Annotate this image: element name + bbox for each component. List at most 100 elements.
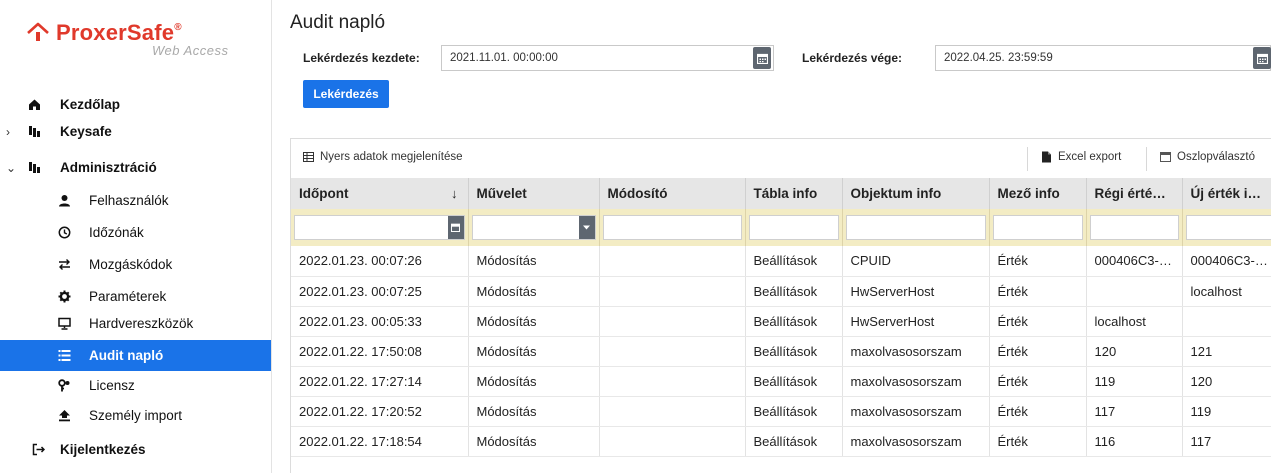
- table-row[interactable]: 2022.01.23. 00:07:26 Módosítás Beállítások…: [291, 246, 1271, 277]
- page-title: Audit napló: [290, 12, 386, 33]
- sidebar-item-label: Hardvereszközök: [89, 316, 194, 331]
- cell-mezo-info: Érték: [989, 396, 1087, 427]
- home-icon: [26, 97, 42, 113]
- brand-subtitle: Web Access: [152, 43, 229, 58]
- sidebar-item-idozonak[interactable]: Időzónák: [0, 219, 271, 246]
- key-icon: [56, 378, 72, 394]
- cell-regi-ertek: localhost: [1086, 306, 1183, 337]
- sidebar-item-felhasznalok[interactable]: Felhasználók: [0, 187, 271, 214]
- cell-modosito: [599, 396, 746, 427]
- filter-idopont-input[interactable]: [294, 215, 465, 240]
- sidebar-item-licensz[interactable]: Licensz: [0, 372, 271, 399]
- cell-objektum-info: maxolvasosorszam: [842, 396, 990, 427]
- sidebar-item-label: Időzónák: [89, 225, 144, 240]
- filter-uj-ertek-input[interactable]: [1185, 215, 1271, 240]
- filter-dropdown-button[interactable]: [578, 216, 595, 239]
- cell-mezo-info: Érték: [989, 246, 1087, 277]
- sidebar-item-label: Személy import: [89, 408, 183, 423]
- column-chooser-label: Oszlopválasztó: [1177, 151, 1255, 163]
- filter-mezo-info-input[interactable]: [992, 215, 1083, 240]
- excel-export-label: Excel export: [1058, 151, 1122, 163]
- column-header-tabla-info[interactable]: Tábla info: [745, 178, 843, 209]
- cell-muvelet: Módosítás: [468, 366, 600, 397]
- chevron-down-icon: [583, 225, 590, 230]
- cell-tabla-info: Beállítások: [745, 366, 843, 397]
- column-header-muvelet[interactable]: Művelet: [468, 178, 600, 209]
- sidebar-item-label: Paraméterek: [89, 289, 167, 304]
- table-row[interactable]: 2022.01.23. 00:05:33 Módosítás Beállítások…: [291, 306, 1271, 337]
- column-chooser-button[interactable]: Oszlopválasztó: [1160, 151, 1255, 163]
- query-button[interactable]: Lekérdezés: [303, 80, 389, 108]
- cell-regi-ertek: 116: [1086, 426, 1183, 457]
- table-icon: [303, 152, 314, 162]
- column-header-mezo-info[interactable]: Mező info: [989, 178, 1087, 209]
- end-date-input[interactable]: [935, 45, 1271, 71]
- import-icon: [56, 408, 72, 424]
- sidebar-item-mozgaskodok[interactable]: Mozgáskódok: [0, 251, 271, 278]
- sidebar-item-label: Mozgáskódok: [89, 257, 173, 272]
- cell-objektum-info: HwServerHost: [842, 276, 990, 307]
- column-header-idopont[interactable]: Időpont ↓: [291, 178, 469, 209]
- calendar-icon: [451, 223, 460, 232]
- raw-data-button[interactable]: Nyers adatok megjelenítése: [303, 151, 463, 163]
- filter-tabla-info-input[interactable]: [748, 215, 839, 240]
- start-date-input[interactable]: [441, 45, 774, 71]
- cell-regi-ertek: 120: [1086, 336, 1183, 367]
- sidebar-item-adminisztracio[interactable]: ⌄ Adminisztráció: [0, 154, 271, 181]
- start-calendar-button[interactable]: [753, 47, 771, 69]
- gear-icon: [56, 289, 72, 305]
- clock-icon: [56, 225, 72, 241]
- file-export-icon: [1042, 151, 1051, 163]
- sidebar-item-keysafe[interactable]: › Keysafe: [0, 118, 271, 145]
- table-row[interactable]: 2022.01.22. 17:20:52 Módosítás Beállítások…: [291, 396, 1271, 427]
- sidebar-item-parameterek[interactable]: Paraméterek: [0, 283, 271, 310]
- cell-objektum-info: maxolvasosorszam: [842, 336, 990, 367]
- raw-data-label: Nyers adatok megjelenítése: [320, 151, 463, 163]
- cell-modosito: [599, 246, 746, 277]
- calendar-icon: [1256, 53, 1268, 64]
- list-icon: [56, 348, 72, 364]
- cell-idopont: 2022.01.22. 17:20:52: [291, 396, 469, 427]
- cell-tabla-info: Beállítások: [745, 276, 843, 307]
- column-header-uj-ertek[interactable]: Új érték i…: [1182, 178, 1271, 209]
- cell-mezo-info: Érték: [989, 306, 1087, 337]
- filter-modosito-input[interactable]: [602, 215, 742, 240]
- filter-objektum-info-input[interactable]: [845, 215, 986, 240]
- filter-muvelet-select[interactable]: [471, 215, 596, 240]
- sidebar-item-label: Licensz: [89, 378, 135, 393]
- sidebar-item-hardvereszkozok[interactable]: Hardvereszközök: [0, 310, 271, 337]
- house-logo-icon: [27, 22, 49, 41]
- column-header-modosito[interactable]: Módosító: [599, 178, 746, 209]
- cell-modosito: [599, 276, 746, 307]
- cell-idopont: 2022.01.23. 00:05:33: [291, 306, 469, 337]
- sidebar-item-kezdolap[interactable]: Kezdőlap: [0, 91, 271, 118]
- sidebar-item-label: Kezdőlap: [60, 97, 121, 112]
- cell-idopont: 2022.01.22. 17:27:14: [291, 366, 469, 397]
- column-header-regi-ertek[interactable]: Régi érté…: [1086, 178, 1183, 209]
- cell-idopont: 2022.01.23. 00:07:25: [291, 276, 469, 307]
- sidebar-item-audit-naplo[interactable]: Audit napló: [0, 340, 271, 371]
- table-row[interactable]: 2022.01.22. 17:18:54 Módosítás Beállítások…: [291, 426, 1271, 457]
- audit-table: Időpont ↓ Művelet Módosító Tábla info Ob…: [291, 178, 1271, 457]
- calendar-icon: [756, 53, 768, 64]
- table-row[interactable]: 2022.01.22. 17:27:14 Módosítás Beállítások…: [291, 366, 1271, 397]
- excel-export-button[interactable]: Excel export: [1041, 151, 1121, 163]
- cell-modosito: [599, 366, 746, 397]
- sidebar-item-label: Adminisztráció: [60, 160, 157, 175]
- sidebar-item-label: Kijelentkezés: [60, 442, 146, 457]
- cell-uj-ertek: 117: [1182, 426, 1271, 457]
- table-row[interactable]: 2022.01.22. 17:50:08 Módosítás Beállítások…: [291, 336, 1271, 367]
- end-calendar-button[interactable]: [1253, 47, 1271, 69]
- filter-regi-ertek-input[interactable]: [1089, 215, 1179, 240]
- brand-logo[interactable]: ProxerSafe® Web Access: [26, 20, 246, 72]
- cell-objektum-info: HwServerHost: [842, 306, 990, 337]
- filter-calendar-button[interactable]: [447, 216, 464, 239]
- cell-objektum-info: maxolvasosorszam: [842, 426, 990, 457]
- sidebar-item-kijelentkezes[interactable]: Kijelentkezés: [0, 436, 271, 463]
- cell-mezo-info: Érték: [989, 336, 1087, 367]
- sidebar-item-label: Audit napló: [89, 348, 164, 363]
- sidebar: ProxerSafe® Web Access Kezdőlap › Keysaf…: [0, 0, 272, 473]
- column-header-objektum-info[interactable]: Objektum info: [842, 178, 990, 209]
- table-row[interactable]: 2022.01.23. 00:07:25 Módosítás Beállítások…: [291, 276, 1271, 307]
- sidebar-item-szemely-import[interactable]: Személy import: [0, 402, 271, 429]
